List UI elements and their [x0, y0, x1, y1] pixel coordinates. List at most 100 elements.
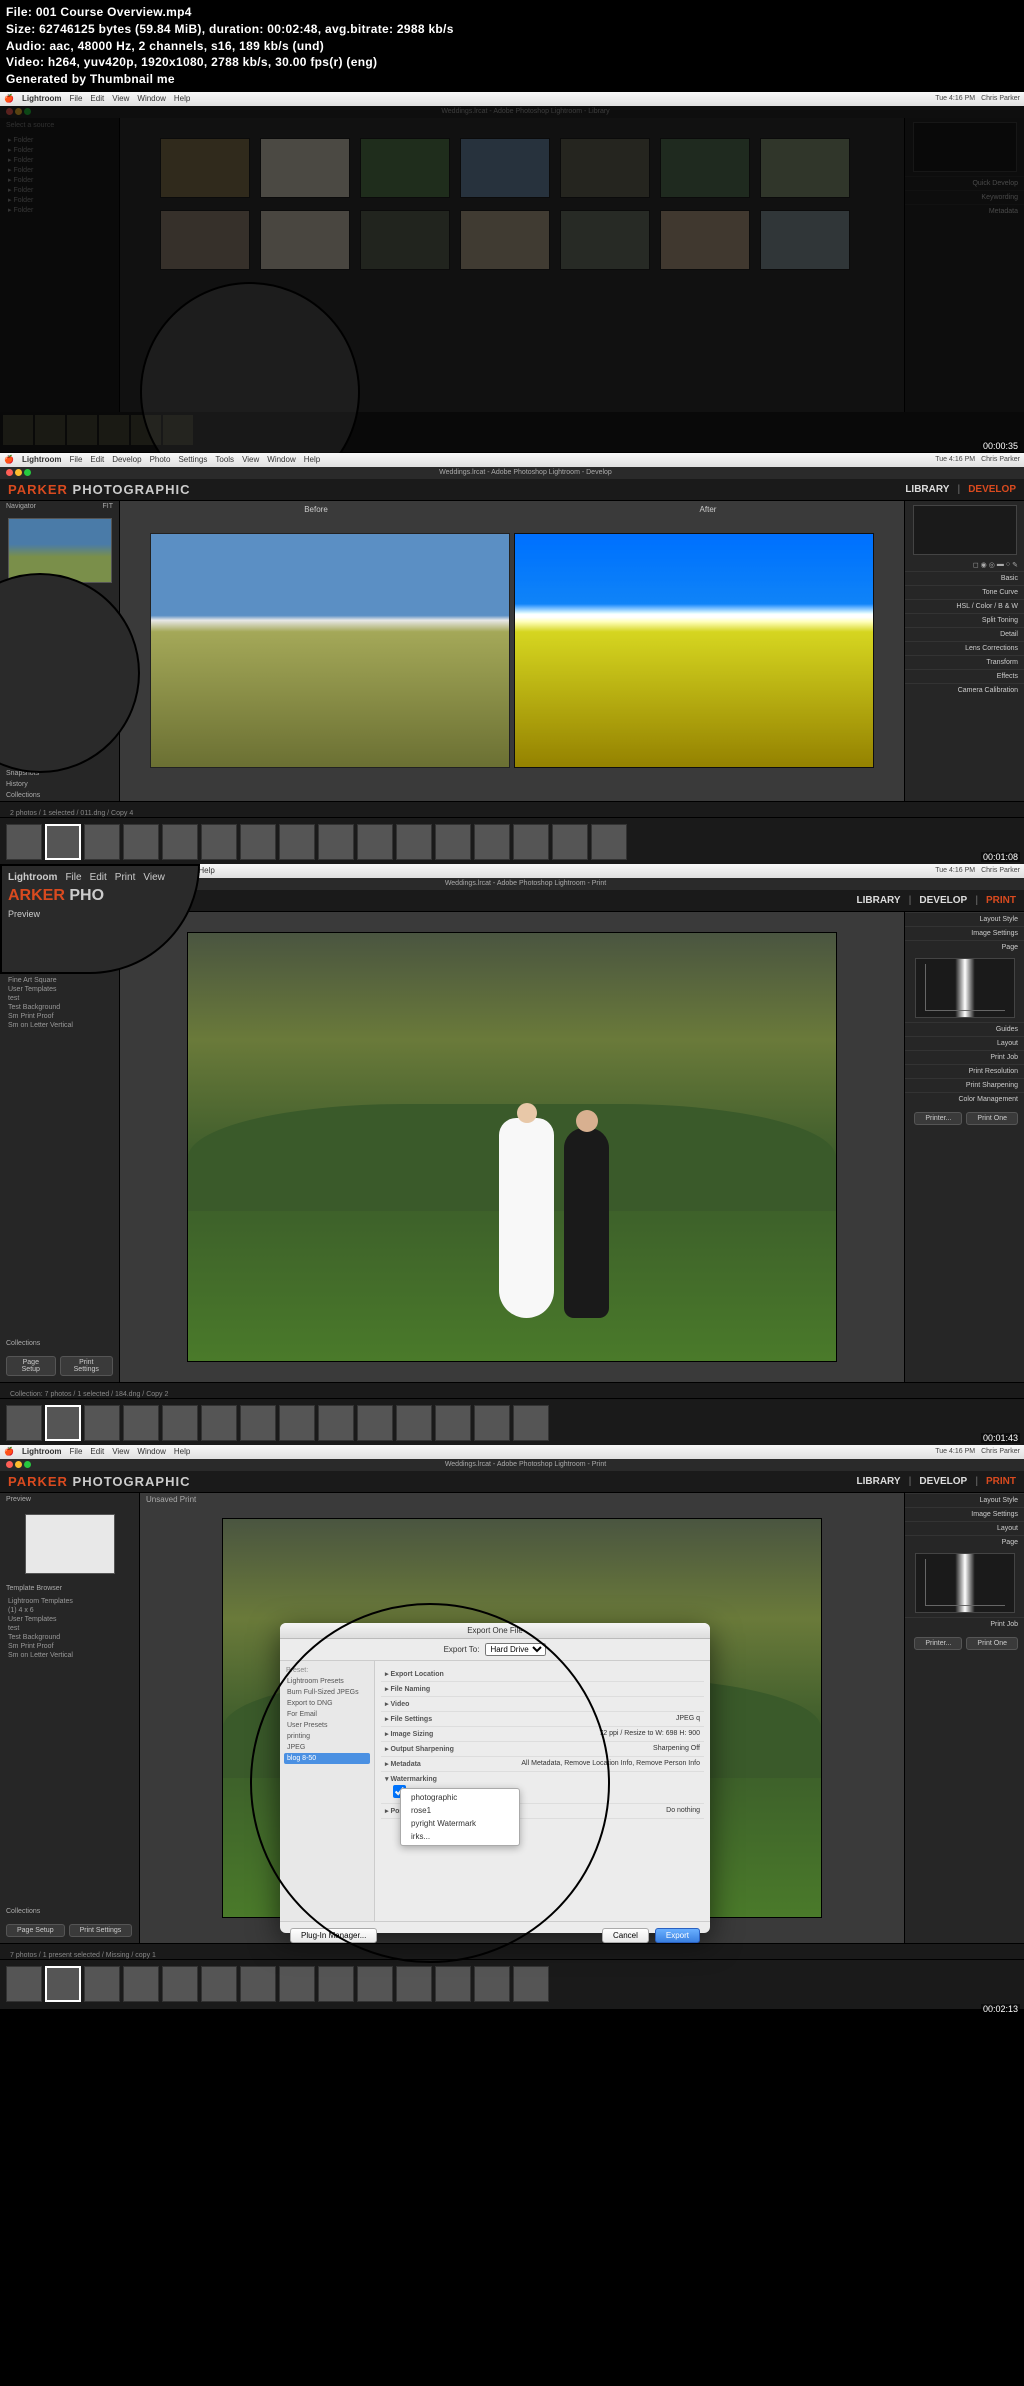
film-thumb[interactable] [162, 1966, 198, 2002]
section-quick-dev[interactable]: Quick Develop [905, 176, 1024, 190]
film-thumb[interactable] [6, 1966, 42, 2002]
film-thumb[interactable] [396, 824, 432, 860]
menu-edit[interactable]: Edit [90, 1447, 104, 1456]
print-preview[interactable] [120, 912, 904, 1382]
preset-item[interactable]: Creative [4, 647, 115, 656]
menu-file[interactable]: File [70, 455, 83, 464]
grad-icon[interactable]: ▬ [997, 561, 1004, 569]
module-develop[interactable]: DEVELOP [968, 484, 1016, 495]
menu-tools[interactable]: Tools [215, 455, 234, 464]
collections-header[interactable]: Collections [0, 1905, 139, 1918]
presets-header[interactable]: Presets [0, 589, 119, 600]
filmstrip[interactable] [0, 1959, 1024, 2009]
section-metadata[interactable]: Metadata [905, 204, 1024, 218]
preset-item[interactable]: Lightroom B&W Presets [4, 674, 115, 683]
popup-item[interactable]: irks... [401, 1830, 519, 1843]
module-library[interactable]: LIBRARY [857, 1476, 901, 1487]
section-split[interactable]: Split Toning [905, 613, 1024, 627]
export-location-row[interactable]: ▸ Export Location [381, 1667, 704, 1682]
minimize-icon[interactable] [15, 469, 22, 476]
section-layout-style[interactable]: Layout Style [905, 912, 1024, 926]
film-thumb[interactable] [84, 1966, 120, 2002]
grid-thumb[interactable] [360, 210, 450, 270]
menu-settings[interactable]: Settings [178, 455, 207, 464]
snapshots-header[interactable]: Snapshots [0, 768, 119, 779]
film-thumb[interactable] [279, 1966, 315, 2002]
film-thumb[interactable] [513, 1966, 549, 2002]
film-thumb[interactable] [162, 1405, 198, 1441]
template-item[interactable]: Test Background [4, 1003, 115, 1012]
film-thumb[interactable] [396, 1966, 432, 2002]
menu-window[interactable]: Window [137, 94, 165, 103]
menu-view[interactable]: View [112, 94, 129, 103]
collections-header[interactable]: Collections [0, 1337, 119, 1350]
source-label[interactable]: Select a source [0, 118, 119, 133]
preset-item[interactable]: Photographic Assistant [4, 692, 115, 701]
section-layout-style[interactable]: Layout Style [905, 1493, 1024, 1507]
grid-view[interactable] [120, 118, 904, 418]
film-thumb[interactable] [240, 1966, 276, 2002]
template-item[interactable]: (1) 4 x 6 [4, 1606, 135, 1615]
template-item[interactable]: Lightroom Templates [4, 1597, 135, 1606]
preview-header[interactable]: Preview [0, 1493, 139, 1506]
preset-item-selected[interactable]: blog 8-50 [284, 1753, 370, 1764]
output-sharpening-row[interactable]: ▸ Output SharpeningSharpening Off [381, 1742, 704, 1757]
film-thumb[interactable] [279, 1405, 315, 1441]
apple-icon[interactable]: 🍎 [4, 94, 14, 103]
menu-view[interactable]: View [242, 455, 259, 464]
film-thumb[interactable] [435, 824, 471, 860]
module-develop[interactable]: DEVELOP [919, 1476, 967, 1487]
template-item[interactable]: Sm on Letter Vertical [4, 1651, 135, 1660]
section-transform[interactable]: Transform [905, 655, 1024, 669]
section-image-settings[interactable]: Image Settings [905, 926, 1024, 940]
zoom-menu-edit[interactable]: Edit [90, 872, 107, 883]
preset-item[interactable]: Detail [4, 656, 115, 665]
section-guides[interactable]: Guides [905, 1022, 1024, 1036]
collections-header[interactable]: Collections [0, 790, 119, 801]
folder-item[interactable]: ▸ Folder [4, 165, 115, 175]
film-thumb-selected[interactable] [45, 1405, 81, 1441]
minimize-icon[interactable] [15, 108, 22, 115]
section-layout[interactable]: Layout [905, 1036, 1024, 1050]
film-thumb[interactable] [513, 824, 549, 860]
film-thumb[interactable] [3, 415, 33, 445]
preset-item[interactable]: Lightroom Presets [284, 1676, 370, 1687]
template-list[interactable]: Lightroom Templates (1) 4 x 6 Custom Ove… [0, 938, 119, 1337]
close-icon[interactable] [6, 469, 13, 476]
preset-item[interactable]: Aged Photo [4, 611, 115, 620]
section-calibration[interactable]: Camera Calibration [905, 683, 1024, 697]
module-print[interactable]: PRINT [986, 895, 1016, 906]
film-thumb[interactable] [591, 824, 627, 860]
preset-item[interactable]: Burn Full-Sized JPEGs [284, 1687, 370, 1698]
page-setup-button[interactable]: Page Setup [6, 1356, 56, 1376]
printer-button[interactable]: Printer... [914, 1637, 962, 1650]
watermark-popup[interactable]: photographic rose1 pyright Watermark irk… [400, 1788, 520, 1846]
popup-item[interactable]: pyright Watermark [401, 1817, 519, 1830]
maximize-icon[interactable] [24, 1461, 31, 1468]
folder-item[interactable]: ▸ Folder [4, 175, 115, 185]
section-color-mgmt[interactable]: Color Management [905, 1092, 1024, 1106]
popup-item[interactable]: rose1 [401, 1804, 519, 1817]
preset-item[interactable]: Photographer Presets [4, 683, 115, 692]
app-menu[interactable]: Lightroom [22, 1447, 62, 1456]
film-thumb[interactable] [123, 1966, 159, 2002]
section-effects[interactable]: Effects [905, 669, 1024, 683]
film-thumb[interactable] [201, 824, 237, 860]
grid-thumb[interactable] [460, 138, 550, 198]
module-develop[interactable]: DEVELOP [919, 895, 967, 906]
film-thumb[interactable] [123, 1405, 159, 1441]
film-thumb[interactable] [318, 1405, 354, 1441]
grid-thumb[interactable] [660, 138, 750, 198]
image-sizing-row[interactable]: ▸ Image Sizing72 ppi / Resize to W: 698 … [381, 1727, 704, 1742]
folder-item[interactable]: ▸ Folder [4, 155, 115, 165]
preset-item[interactable]: Photographic Favorite [4, 710, 115, 719]
menu-help[interactable]: Help [304, 455, 320, 464]
film-thumb[interactable] [6, 1405, 42, 1441]
preset-item[interactable]: User Presets [284, 1720, 370, 1731]
menu-help[interactable]: Help [198, 866, 214, 875]
video-row[interactable]: ▸ Video [381, 1697, 704, 1712]
preset-list[interactable]: Lightroom Presets Aged Photo B&W Look 1 … [0, 600, 119, 768]
preset-sidebar[interactable]: Preset: Lightroom Presets Burn Full-Size… [280, 1661, 375, 1921]
close-icon[interactable] [6, 108, 13, 115]
section-detail[interactable]: Detail [905, 627, 1024, 641]
